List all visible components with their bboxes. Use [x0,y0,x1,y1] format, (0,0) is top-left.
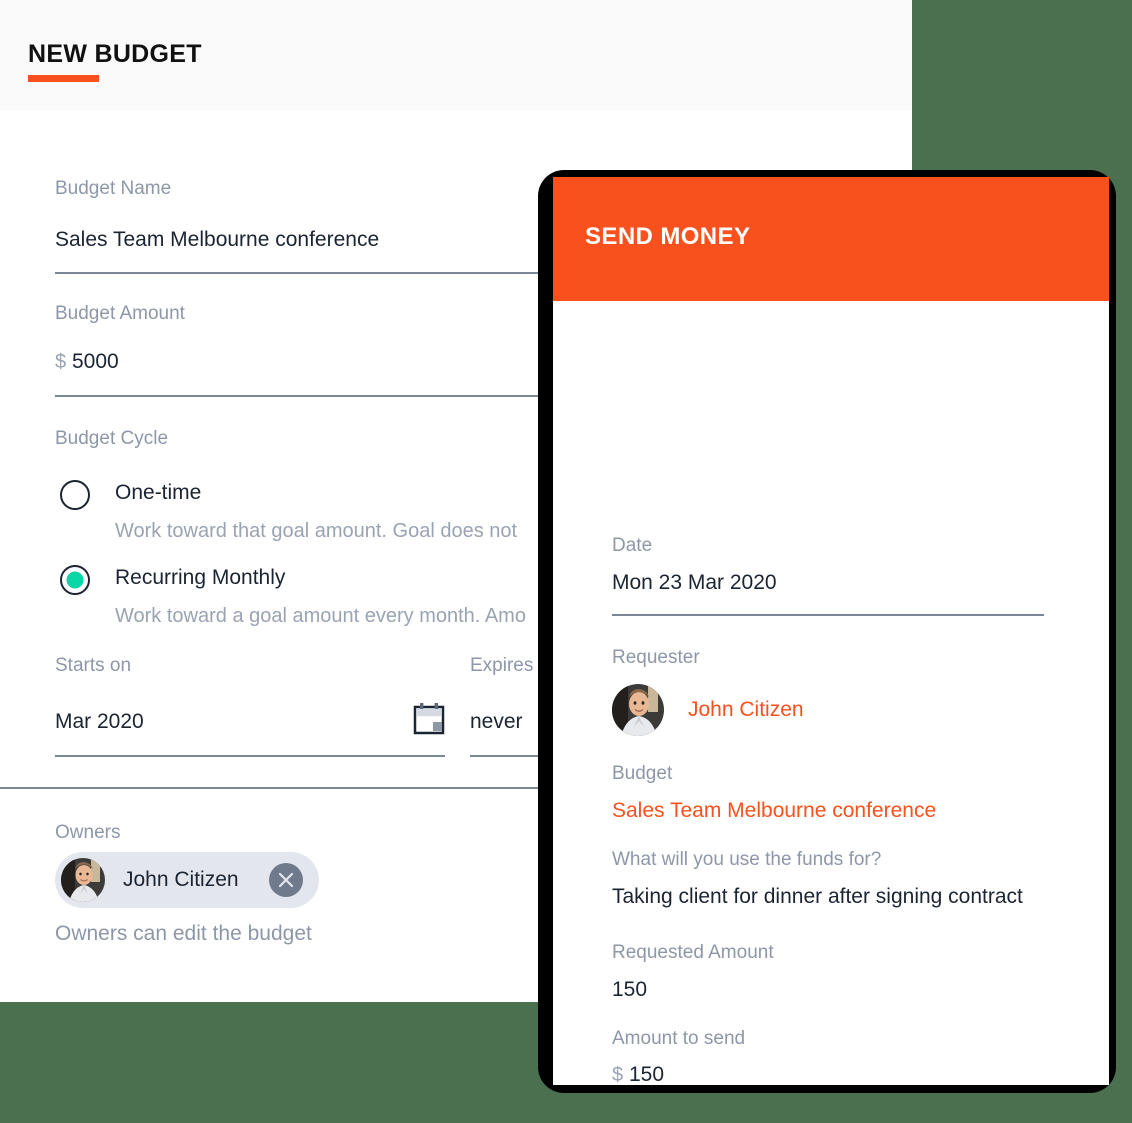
expires-on-input[interactable]: never [470,710,523,734]
owners-hint: Owners can edit the budget [55,922,312,945]
page-title: NEW BUDGET [28,40,202,68]
budget-cycle-label: Budget Cycle [55,428,169,449]
budget-amount-input[interactable]: $ 5000 [55,350,119,374]
amount-to-send-value: 150 [628,1063,665,1085]
starts-on-input[interactable]: Mar 2020 [55,710,144,734]
title-accent-bar [28,75,99,82]
owner-chip[interactable]: John Citizen [55,852,319,908]
budget-name-input[interactable]: Sales Team Melbourne conference [55,228,379,252]
amount-to-send-label: Amount to send [612,1028,746,1049]
requester-name: John Citizen [688,698,804,721]
close-icon[interactable] [268,863,303,897]
purpose-label: What will you use the funds for? [612,849,882,870]
radio-label-one-time: One-time [115,481,202,504]
date-underline [612,614,1044,616]
date-label: Date [612,535,653,556]
budget-amount-value: 5000 [71,350,119,373]
send-money-panel: SEND MONEY Date Mon 23 Mar 2020 Requeste… [553,177,1109,1085]
send-money-title: SEND MONEY [585,223,751,250]
budget-name-label: Budget Name [55,178,172,199]
starts-on-label: Starts on [55,655,132,676]
radio-description-recurring-monthly: Work toward a goal amount every month. A… [115,605,526,627]
requester-row[interactable]: John Citizen [612,684,804,736]
purpose-value: Taking client for dinner after signing c… [612,885,1023,908]
budget-label: Budget [612,763,673,784]
requested-amount-value: 150 [612,978,648,1001]
radio-circle-one-time[interactable] [60,480,90,510]
requester-label: Requester [612,647,700,668]
starts-on-underline [55,755,445,757]
avatar [61,858,105,902]
owner-chip-name: John Citizen [123,868,239,891]
radio-selected-dot [66,571,84,589]
owners-label: Owners [55,822,121,843]
radio-circle-recurring-monthly[interactable] [60,565,90,595]
radio-label-recurring-monthly: Recurring Monthly [115,566,286,589]
radio-description-one-time: Work toward that goal amount. Goal does … [115,520,518,542]
requested-amount-label: Requested Amount [612,942,774,963]
amount-to-send-input[interactable]: $ 150 [612,1063,664,1085]
avatar [612,684,664,736]
date-value[interactable]: Mon 23 Mar 2020 [612,571,777,595]
currency-symbol: $ [612,1064,624,1085]
calendar-icon[interactable] [412,703,446,735]
budget-amount-label: Budget Amount [55,303,185,324]
currency-symbol: $ [55,351,67,373]
budget-value-link[interactable]: Sales Team Melbourne conference [612,799,936,823]
